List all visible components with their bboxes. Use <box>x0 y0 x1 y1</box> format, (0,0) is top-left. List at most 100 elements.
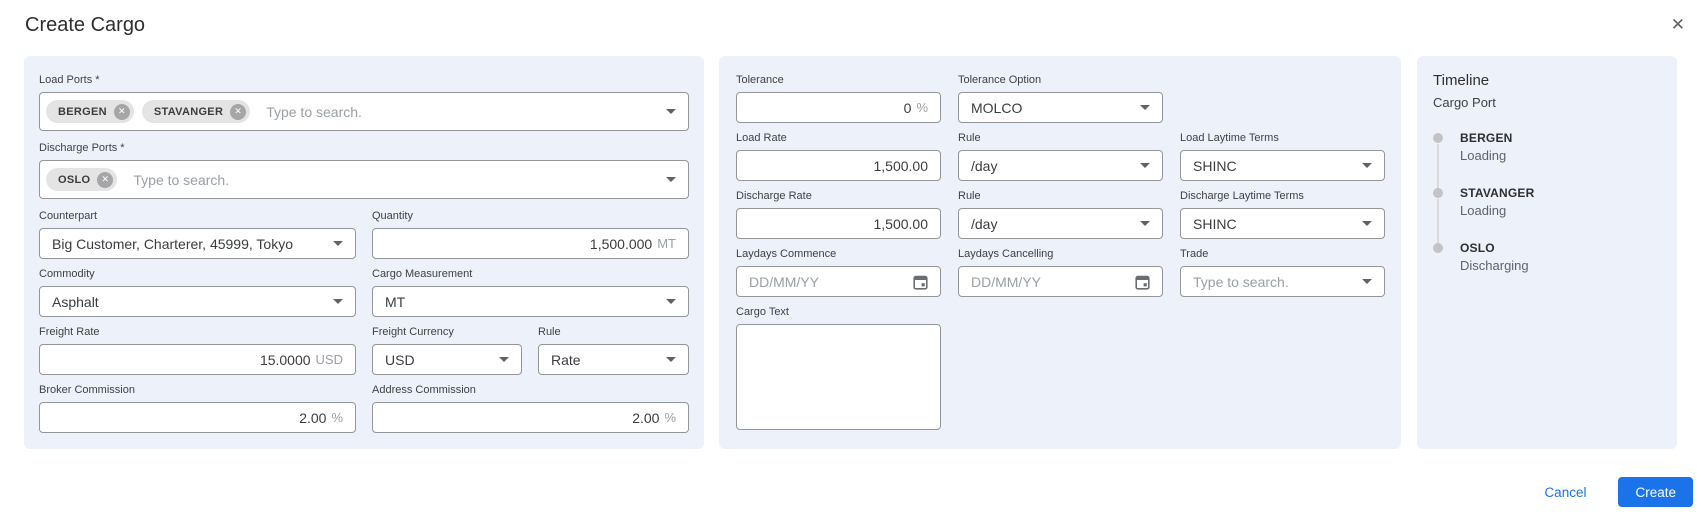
load-laytime-terms-select[interactable]: SHINC <box>1180 150 1385 181</box>
port-chip-stavanger[interactable]: STAVANGER ✕ <box>141 100 251 123</box>
load-rate-input[interactable]: 1,500.00 <box>736 150 941 181</box>
discharge-laytime-terms-value: SHINC <box>1193 215 1237 232</box>
discharge-laytime-terms-select[interactable]: SHINC <box>1180 208 1385 239</box>
freight-rule-select[interactable]: Rate <box>538 344 689 375</box>
discharge-laytime-terms-field: Discharge Laytime Terms SHINC <box>1180 190 1385 239</box>
tolerance-label: Tolerance <box>736 74 784 86</box>
laydays-commence-placeholder: DD/MM/YY <box>749 273 819 290</box>
broker-commission-unit: % <box>331 410 343 425</box>
load-ports-input[interactable]: BERGEN ✕ STAVANGER ✕ Type to search. <box>39 92 689 131</box>
address-commission-input[interactable]: 2.00 % <box>372 402 689 433</box>
counterpart-select[interactable]: Big Customer, Charterer, 45999, Tokyo <box>39 228 356 259</box>
load-rule-select[interactable]: /day <box>958 150 1163 181</box>
broker-commission-field: Broker Commission 2.00 % <box>39 384 356 433</box>
discharge-rule-select[interactable]: /day <box>958 208 1163 239</box>
freight-rule-field: Rule Rate <box>538 326 689 375</box>
broker-commission-input[interactable]: 2.00 % <box>39 402 356 433</box>
laydays-cancelling-placeholder: DD/MM/YY <box>971 273 1041 290</box>
cargo-measurement-select[interactable]: MT <box>372 286 689 317</box>
freight-rule-label: Rule <box>538 326 561 338</box>
discharge-ports-label: Discharge Ports * <box>39 142 125 154</box>
load-ports-row: Load Ports * BERGEN ✕ STAVANGER ✕ Type t… <box>39 74 689 131</box>
timeline-activity: Loading <box>1460 148 1507 163</box>
timeline-dot-icon <box>1433 188 1443 198</box>
dialog-footer: Cancel Create <box>1538 477 1693 507</box>
address-commission-label: Address Commission <box>372 384 476 396</box>
cargo-measurement-value: MT <box>385 293 406 310</box>
cargo-details-panel: Load Ports * BERGEN ✕ STAVANGER ✕ Type t… <box>24 56 704 449</box>
tolerance-option-select[interactable]: MOLCO <box>958 92 1163 123</box>
tolerance-option-field: Tolerance Option MOLCO <box>958 74 1163 123</box>
load-rule-field: Rule /day <box>958 132 1163 181</box>
timeline-panel: Timeline Cargo Port BERGEN Loading STAVA… <box>1417 56 1677 449</box>
broker-commission-label: Broker Commission <box>39 384 135 396</box>
load-laytime-terms-value: SHINC <box>1193 157 1237 174</box>
broker-commission-value: 2.00 <box>299 409 327 426</box>
calendar-icon[interactable] <box>913 274 928 290</box>
freight-currency-value: USD <box>385 351 415 368</box>
trade-label: Trade <box>1180 248 1209 260</box>
port-chip-oslo[interactable]: OSLO ✕ <box>46 168 118 191</box>
tolerance-input[interactable]: 0 % <box>736 92 941 123</box>
timeline-activity: Loading <box>1460 203 1507 218</box>
remove-chip-icon[interactable]: ✕ <box>230 103 247 120</box>
laydays-commence-input[interactable]: DD/MM/YY <box>736 266 941 297</box>
laydays-commence-field: Laydays Commence DD/MM/YY <box>736 248 941 297</box>
commodity-value: Asphalt <box>52 293 99 310</box>
timeline-dot-icon <box>1433 243 1443 253</box>
remove-chip-icon[interactable]: ✕ <box>97 171 114 188</box>
chevron-down-icon <box>666 299 676 304</box>
discharge-laytime-terms-label: Discharge Laytime Terms <box>1180 190 1304 202</box>
trade-select[interactable]: Type to search. <box>1180 266 1385 297</box>
commodity-label: Commodity <box>39 268 95 280</box>
discharge-rate-value: 1,500.00 <box>873 215 929 232</box>
trade-field: Trade Type to search. <box>1180 248 1385 297</box>
commodity-select[interactable]: Asphalt <box>39 286 356 317</box>
timeline-port: BERGEN <box>1460 131 1513 145</box>
freight-currency-field: Freight Currency USD <box>372 326 522 375</box>
close-icon[interactable]: ✕ <box>1671 14 1685 36</box>
cargo-measurement-field: Cargo Measurement MT <box>372 268 689 317</box>
discharge-rate-input[interactable]: 1,500.00 <box>736 208 941 239</box>
discharge-ports-input[interactable]: OSLO ✕ Type to search. <box>39 160 689 199</box>
cargo-text-input[interactable] <box>736 324 941 430</box>
calendar-icon[interactable] <box>1135 274 1150 290</box>
discharge-rule-label: Rule <box>958 190 981 202</box>
laydays-commence-label: Laydays Commence <box>736 248 837 260</box>
quantity-unit: MT <box>657 236 676 251</box>
freight-currency-label: Freight Currency <box>372 326 454 338</box>
quantity-value: 1,500.000 <box>589 235 653 252</box>
laydays-cancelling-input[interactable]: DD/MM/YY <box>958 266 1163 297</box>
freight-rate-value: 15.0000 <box>259 351 311 368</box>
timeline-title: Timeline <box>1433 72 1490 89</box>
timeline-port: STAVANGER <box>1460 186 1535 200</box>
freight-rule-value: Rate <box>551 351 581 368</box>
cancel-button[interactable]: Cancel <box>1538 484 1592 501</box>
load-ports-label: Load Ports * <box>39 74 100 86</box>
discharge-rate-field: Discharge Rate 1,500.00 <box>736 190 941 239</box>
load-rate-label: Load Rate <box>736 132 787 144</box>
counterpart-value: Big Customer, Charterer, 45999, Tokyo <box>52 235 293 252</box>
port-chip-bergen[interactable]: BERGEN ✕ <box>46 100 134 123</box>
load-rate-value: 1,500.00 <box>873 157 929 174</box>
timeline-dot-icon <box>1433 133 1443 143</box>
counterpart-field: Counterpart Big Customer, Charterer, 459… <box>39 210 356 259</box>
chevron-down-icon <box>1140 221 1150 226</box>
tolerance-field: Tolerance 0 % <box>736 74 941 123</box>
freight-currency-select[interactable]: USD <box>372 344 522 375</box>
timeline-activity: Discharging <box>1460 258 1529 273</box>
quantity-input[interactable]: 1,500.000 MT <box>372 228 689 259</box>
freight-rate-input[interactable]: 15.0000 USD <box>39 344 356 375</box>
load-ports-placeholder: Type to search. <box>266 103 362 120</box>
freight-rate-label: Freight Rate <box>39 326 100 338</box>
chevron-down-icon <box>333 299 343 304</box>
timeline-list: BERGEN Loading STAVANGER Loading OSLO Di… <box>1433 131 1661 296</box>
tolerance-option-value: MOLCO <box>971 99 1023 116</box>
discharge-rule-value: /day <box>971 215 998 232</box>
tolerance-value: 0 <box>903 99 912 116</box>
page-title: Create Cargo <box>25 14 146 36</box>
remove-chip-icon[interactable]: ✕ <box>113 103 130 120</box>
create-button[interactable]: Create <box>1618 477 1693 507</box>
address-commission-value: 2.00 <box>632 409 660 426</box>
timeline-item: BERGEN Loading <box>1433 131 1661 189</box>
